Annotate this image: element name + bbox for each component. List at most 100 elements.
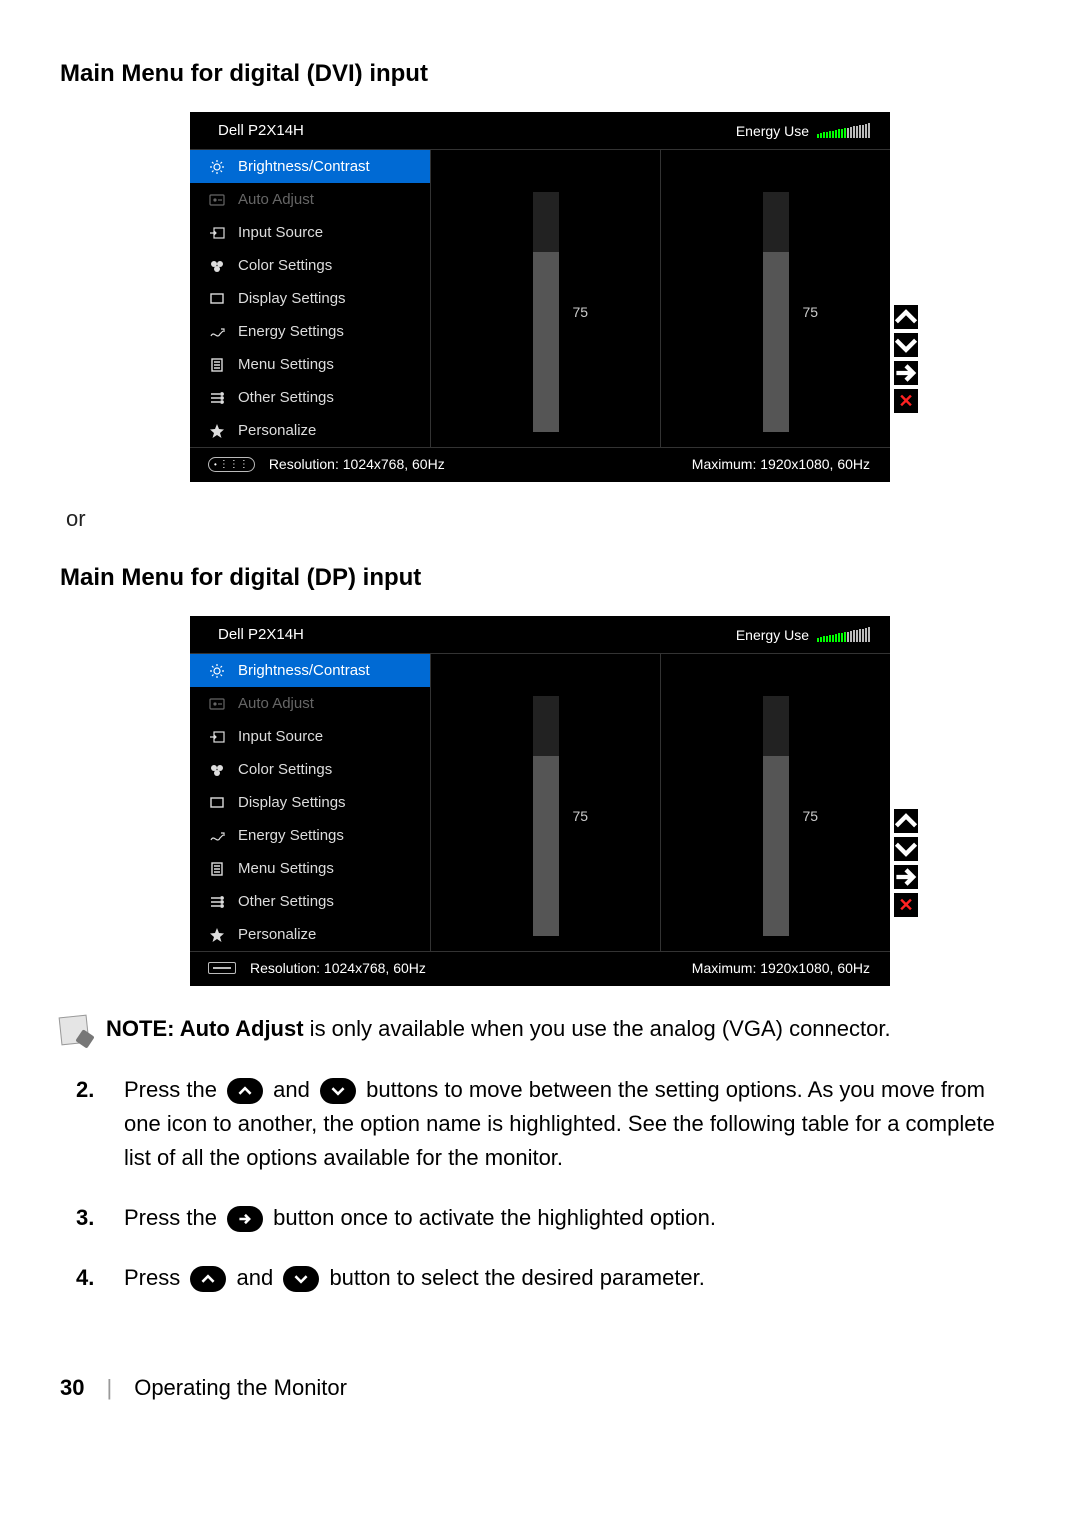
menu-item-label: Other Settings [238, 389, 334, 406]
or-text: or [66, 506, 1020, 532]
menu-item-brightness[interactable]: Brightness/Contrast [190, 150, 430, 183]
menu-item-label: Menu Settings [238, 860, 334, 877]
contrast-value: 75 [803, 304, 819, 320]
step-4: 4. Press and button to select the desire… [76, 1261, 1020, 1295]
menu-item-energy[interactable]: Energy Settings [190, 315, 430, 348]
step-num: 3. [76, 1201, 104, 1235]
note-text: NOTE: Auto Adjust is only available when… [106, 1014, 891, 1045]
menu-item-label: Input Source [238, 728, 323, 745]
display-icon [208, 291, 226, 307]
osd-menu: Brightness/ContrastAuto Adjust Input Sour… [190, 150, 430, 447]
autoadjust-icon [208, 696, 226, 712]
menu-item-label: Personalize [238, 422, 316, 439]
t: and [273, 1077, 316, 1102]
brightness-slider[interactable]: 75 [533, 192, 559, 432]
t: button to select the desired parameter. [329, 1265, 704, 1290]
osd-panes: 75 75 [430, 150, 890, 447]
display-icon [208, 795, 226, 811]
other-icon [208, 390, 226, 406]
osd-side-buttons: ✕ [894, 305, 918, 413]
other-icon [208, 894, 226, 910]
contrast-value: 75 [803, 808, 819, 824]
nav-up-button[interactable] [894, 809, 918, 833]
menu-item-menu[interactable]: Menu Settings [190, 852, 430, 885]
nav-close-button[interactable]: ✕ [894, 893, 918, 917]
nav-enter-button[interactable] [894, 361, 918, 385]
step-body: Press and button to select the desired p… [124, 1261, 705, 1295]
osd-panel-dvi: Dell P2X14HEnergy Use ✕ Brightness/Contr… [190, 112, 890, 482]
maximum-text: Maximum: 1920x1080, 60Hz [692, 960, 870, 976]
input-icon [208, 729, 226, 745]
menu-item-personalize[interactable]: Personalize [190, 414, 430, 447]
menu-item-display[interactable]: Display Settings [190, 786, 430, 819]
step-3: 3. Press the button once to activate the… [76, 1201, 1020, 1235]
footer-separator: | [106, 1375, 112, 1401]
menu-item-display[interactable]: Display Settings [190, 282, 430, 315]
resolution-text: Resolution: 1024x768, 60Hz [250, 960, 426, 976]
menu-item-autoadjust: Auto Adjust [190, 687, 430, 720]
menu-item-other[interactable]: Other Settings [190, 885, 430, 918]
energy-meter-icon [817, 628, 870, 642]
menu-item-label: Energy Settings [238, 323, 344, 340]
menu-item-label: Input Source [238, 224, 323, 241]
osd-footer: ⋮⋮⋮ Resolution: 1024x768, 60Hz Maximum: 19… [190, 447, 890, 482]
menu-item-color[interactable]: Color Settings [190, 753, 430, 786]
page-footer: 30 | Operating the Monitor [60, 1375, 1020, 1401]
osd-body: Brightness/ContrastAuto Adjust Input Sour… [190, 150, 890, 447]
step-body: Press the button once to activate the hi… [124, 1201, 716, 1235]
input-icon [208, 225, 226, 241]
menu-item-menu[interactable]: Menu Settings [190, 348, 430, 381]
menu-item-energy[interactable]: Energy Settings [190, 819, 430, 852]
menu-item-color[interactable]: Color Settings [190, 249, 430, 282]
brightness-slider[interactable]: 75 [533, 696, 559, 936]
osd-dvi-wrap: Dell P2X14HEnergy Use ✕ Brightness/Contr… [60, 112, 1020, 482]
osd-panel-dp: Dell P2X14HEnergy Use ✕ Brightness/Contr… [190, 616, 890, 986]
menu-icon [208, 861, 226, 877]
resolution-wrap: Resolution: 1024x768, 60Hz [208, 960, 426, 976]
autoadjust-icon [208, 192, 226, 208]
osd-menu: Brightness/Contrast Auto Adjust Input Sour… [190, 654, 430, 951]
menu-item-label: Other Settings [238, 893, 334, 910]
menu-item-label: Display Settings [238, 290, 346, 307]
t: and [236, 1265, 279, 1290]
menu-item-brightness[interactable]: Brightness/Contrast [190, 654, 430, 687]
resolution-text: Resolution: 1024x768, 60Hz [269, 456, 445, 472]
nav-down-button[interactable] [894, 837, 918, 861]
down-icon [283, 1266, 319, 1292]
menu-item-label: Color Settings [238, 257, 332, 274]
menu-item-label: Display Settings [238, 794, 346, 811]
nav-down-button[interactable] [894, 333, 918, 357]
note-row: NOTE: Auto Adjust is only available when… [60, 1014, 1020, 1045]
brightness-value: 75 [573, 304, 589, 320]
osd-title: Dell P2X14H [218, 122, 304, 139]
t: button once to activate the highlighted … [273, 1205, 716, 1230]
up-icon [190, 1266, 226, 1292]
menu-item-autoadjust: Auto Adjust [190, 183, 430, 216]
t: Press the [124, 1077, 223, 1102]
menu-icon [208, 357, 226, 373]
heading-dp: Main Menu for digital (DP) input [60, 564, 1020, 592]
dvi-connector-icon: ⋮⋮⋮ [208, 457, 255, 472]
menu-item-input[interactable]: Input Source [190, 720, 430, 753]
pane-contrast: 75 [661, 150, 890, 447]
maximum-text: Maximum: 1920x1080, 60Hz [692, 456, 870, 472]
nav-enter-button[interactable] [894, 865, 918, 889]
right-icon [227, 1206, 263, 1232]
personalize-icon [208, 423, 226, 439]
menu-item-other[interactable]: Other Settings [190, 381, 430, 414]
menu-item-input[interactable]: Input Source [190, 216, 430, 249]
energy-icon [208, 828, 226, 844]
note-bold: NOTE: Auto Adjust [106, 1016, 304, 1041]
nav-up-button[interactable] [894, 305, 918, 329]
menu-item-personalize[interactable]: Personalize [190, 918, 430, 951]
color-icon [208, 258, 226, 274]
contrast-slider[interactable]: 75 [763, 696, 789, 936]
menu-item-label: Color Settings [238, 761, 332, 778]
menu-item-label: Energy Settings [238, 827, 344, 844]
dp-connector-icon [208, 962, 236, 974]
footer-section: Operating the Monitor [134, 1375, 347, 1401]
nav-close-button[interactable]: ✕ [894, 389, 918, 413]
menu-item-label: Auto Adjust [238, 695, 314, 712]
osd-header: Dell P2X14HEnergy Use [190, 616, 890, 654]
contrast-slider[interactable]: 75 [763, 192, 789, 432]
